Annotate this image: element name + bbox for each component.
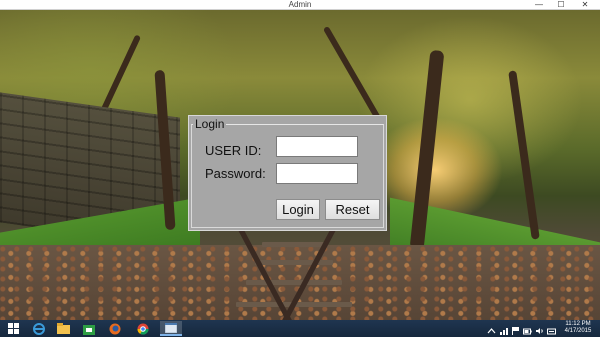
flag-icon[interactable]	[511, 323, 520, 335]
battery-icon[interactable]	[523, 323, 532, 335]
password-input[interactable]	[276, 163, 358, 184]
taskbar-clock[interactable]: 11:12 PM 4/17/2015	[558, 321, 598, 335]
rail-sleeper	[246, 280, 342, 285]
password-label: Password:	[205, 166, 266, 181]
chrome-icon[interactable]	[132, 321, 154, 336]
tree-trunk	[322, 25, 384, 125]
file-explorer-icon[interactable]	[52, 321, 74, 336]
window-titlebar: Admin — ☐ ✕	[0, 0, 600, 10]
login-button[interactable]: Login	[276, 199, 320, 220]
clock-date: 4/17/2015	[564, 328, 592, 334]
store-icon[interactable]	[78, 321, 100, 336]
windows-start-icon[interactable]	[2, 321, 24, 336]
app-window-icon[interactable]	[160, 321, 182, 336]
taskbar: 11:12 PM 4/17/2015	[0, 320, 600, 337]
maximize-button[interactable]: ☐	[550, 0, 572, 10]
tree-trunk	[508, 70, 540, 240]
user-id-label: USER ID:	[205, 143, 262, 158]
reset-button[interactable]: Reset	[325, 199, 380, 220]
user-id-input[interactable]	[276, 136, 358, 157]
minimize-button[interactable]: —	[528, 0, 550, 10]
login-dialog: Login USER ID: Password: Login Reset	[188, 115, 387, 231]
login-group-title: Login	[193, 117, 227, 131]
rail-sleeper	[262, 242, 324, 247]
internet-explorer-icon[interactable]	[28, 321, 50, 336]
clock-time: 11:12 PM	[565, 321, 591, 327]
chevron-up-icon[interactable]	[487, 323, 496, 334]
volume-icon[interactable]	[535, 323, 544, 334]
rail-sleeper	[255, 260, 333, 265]
window-title: Admin	[288, 0, 312, 9]
keyboard-icon[interactable]	[547, 323, 556, 335]
firefox-icon[interactable]	[104, 321, 126, 336]
network-icon[interactable]	[499, 323, 508, 335]
close-button[interactable]: ✕	[574, 0, 596, 10]
